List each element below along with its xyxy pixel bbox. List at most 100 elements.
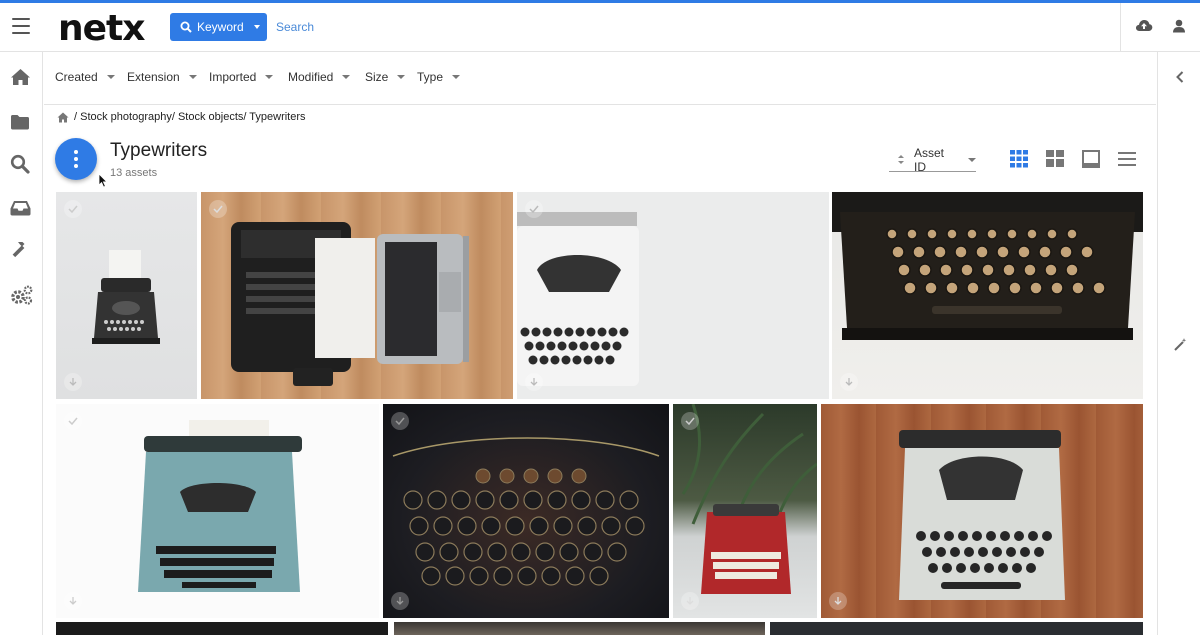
filter-size[interactable]: Size bbox=[365, 70, 406, 84]
mosaic-view-icon[interactable] bbox=[1046, 150, 1064, 168]
download-icon bbox=[834, 596, 842, 605]
select-checkbox[interactable] bbox=[64, 412, 82, 430]
check-icon bbox=[685, 417, 695, 425]
vintage-keys-image bbox=[392, 437, 660, 586]
filter-label: Created bbox=[55, 70, 98, 84]
download-button[interactable] bbox=[525, 373, 543, 391]
asset-count: 13 assets bbox=[110, 167, 158, 179]
filter-imported[interactable]: Imported bbox=[209, 70, 274, 84]
asset-thumbnail[interactable] bbox=[56, 404, 379, 618]
page-title: Typewriters bbox=[110, 140, 208, 161]
mouse-cursor-icon bbox=[98, 173, 108, 188]
chevron-down-icon bbox=[253, 25, 260, 29]
chevron-left-icon[interactable] bbox=[1176, 71, 1184, 83]
download-icon bbox=[69, 596, 77, 605]
right-sidebar bbox=[1157, 52, 1200, 635]
breadcrumb: / Stock photography/ Stock objects/ Type… bbox=[57, 111, 306, 123]
download-icon bbox=[69, 377, 77, 386]
tools-icon[interactable] bbox=[10, 240, 30, 260]
white-typewriter-on-wood-image bbox=[899, 430, 1065, 600]
asset-thumbnail[interactable] bbox=[673, 404, 817, 618]
sort-select[interactable]: Asset ID bbox=[889, 145, 976, 174]
filter-created[interactable]: Created bbox=[55, 70, 115, 84]
user-icon[interactable] bbox=[1172, 19, 1186, 33]
magic-wand-icon[interactable] bbox=[1174, 338, 1187, 351]
select-checkbox[interactable] bbox=[391, 412, 409, 430]
select-checkbox[interactable] bbox=[681, 412, 699, 430]
check-icon bbox=[213, 205, 223, 213]
select-checkbox[interactable] bbox=[64, 200, 82, 218]
filter-bar: Created Extension Imported Modified Size… bbox=[44, 52, 1156, 105]
filter-modified[interactable]: Modified bbox=[288, 70, 351, 84]
more-vertical-icon bbox=[74, 157, 78, 161]
chevron-down-icon bbox=[968, 157, 976, 162]
inbox-icon[interactable] bbox=[10, 200, 31, 216]
typewriter-keys-image bbox=[832, 192, 1143, 340]
asset-thumbnail[interactable] bbox=[821, 404, 1143, 618]
download-button[interactable] bbox=[64, 373, 82, 391]
white-typewriter-image bbox=[517, 212, 639, 386]
header-divider bbox=[1120, 3, 1121, 52]
asset-thumbnail[interactable] bbox=[517, 192, 829, 399]
home-icon[interactable] bbox=[10, 68, 31, 86]
filter-label: Modified bbox=[288, 70, 334, 84]
filter-label: Type bbox=[417, 70, 444, 84]
search-icon bbox=[180, 21, 192, 33]
sort-label: Asset ID bbox=[914, 145, 945, 174]
asset-thumbnail[interactable] bbox=[201, 192, 513, 399]
grid-view-icon[interactable] bbox=[1010, 150, 1028, 168]
asset-thumbnail[interactable] bbox=[394, 622, 765, 635]
chevron-down-icon bbox=[188, 75, 197, 79]
select-checkbox[interactable] bbox=[209, 200, 227, 218]
asset-thumbnail[interactable] bbox=[770, 622, 1143, 635]
chevron-down-icon bbox=[106, 75, 115, 79]
search-icon[interactable] bbox=[10, 154, 30, 174]
check-icon bbox=[68, 205, 78, 213]
blue-typewriter-image bbox=[138, 420, 302, 592]
check-icon bbox=[68, 417, 78, 425]
left-sidebar bbox=[0, 52, 43, 635]
download-button[interactable] bbox=[681, 592, 699, 610]
app-logo[interactable]: netx bbox=[58, 8, 145, 49]
check-icon bbox=[395, 417, 405, 425]
filter-label: Extension bbox=[127, 70, 180, 84]
folder-icon[interactable] bbox=[10, 114, 30, 130]
home-icon[interactable] bbox=[57, 112, 69, 123]
app-header: netx Keyword bbox=[0, 3, 1200, 52]
filter-label: Imported bbox=[209, 70, 257, 84]
search-input[interactable] bbox=[276, 15, 576, 39]
asset-thumbnail[interactable] bbox=[832, 192, 1143, 399]
cloud-upload-icon[interactable] bbox=[1135, 18, 1153, 32]
asset-thumbnail[interactable] bbox=[56, 622, 388, 635]
check-icon bbox=[529, 205, 539, 213]
settings-icon[interactable] bbox=[10, 284, 34, 306]
asset-thumbnail[interactable] bbox=[56, 192, 197, 399]
select-checkbox[interactable] bbox=[525, 200, 543, 218]
download-icon bbox=[396, 596, 404, 605]
filter-extension[interactable]: Extension bbox=[127, 70, 197, 84]
asset-thumbnail[interactable] bbox=[383, 404, 669, 618]
more-vertical-icon bbox=[74, 150, 78, 154]
chevron-down-icon bbox=[342, 75, 351, 79]
download-button[interactable] bbox=[391, 592, 409, 610]
filter-type[interactable]: Type bbox=[417, 70, 461, 84]
search-mode-label: Keyword bbox=[197, 20, 244, 34]
menu-icon[interactable] bbox=[12, 18, 30, 34]
chevron-down-icon bbox=[265, 75, 274, 79]
breadcrumb-path[interactable]: / Stock photography/ Stock objects/ Type… bbox=[74, 111, 306, 123]
search-mode-button[interactable]: Keyword bbox=[170, 13, 267, 41]
actions-menu-button[interactable] bbox=[55, 138, 97, 180]
list-view-icon[interactable] bbox=[1118, 150, 1136, 168]
chevron-down-icon bbox=[397, 75, 406, 79]
download-icon bbox=[845, 377, 853, 386]
download-icon bbox=[686, 596, 694, 605]
chevron-down-icon bbox=[452, 75, 461, 79]
more-vertical-icon bbox=[74, 164, 78, 168]
download-button[interactable] bbox=[840, 373, 858, 391]
single-view-icon[interactable] bbox=[1082, 150, 1100, 168]
typewriter-image bbox=[92, 250, 160, 344]
red-typewriter-image bbox=[681, 404, 817, 594]
download-button[interactable] bbox=[64, 592, 82, 610]
download-button[interactable] bbox=[829, 592, 847, 610]
download-icon bbox=[530, 377, 538, 386]
